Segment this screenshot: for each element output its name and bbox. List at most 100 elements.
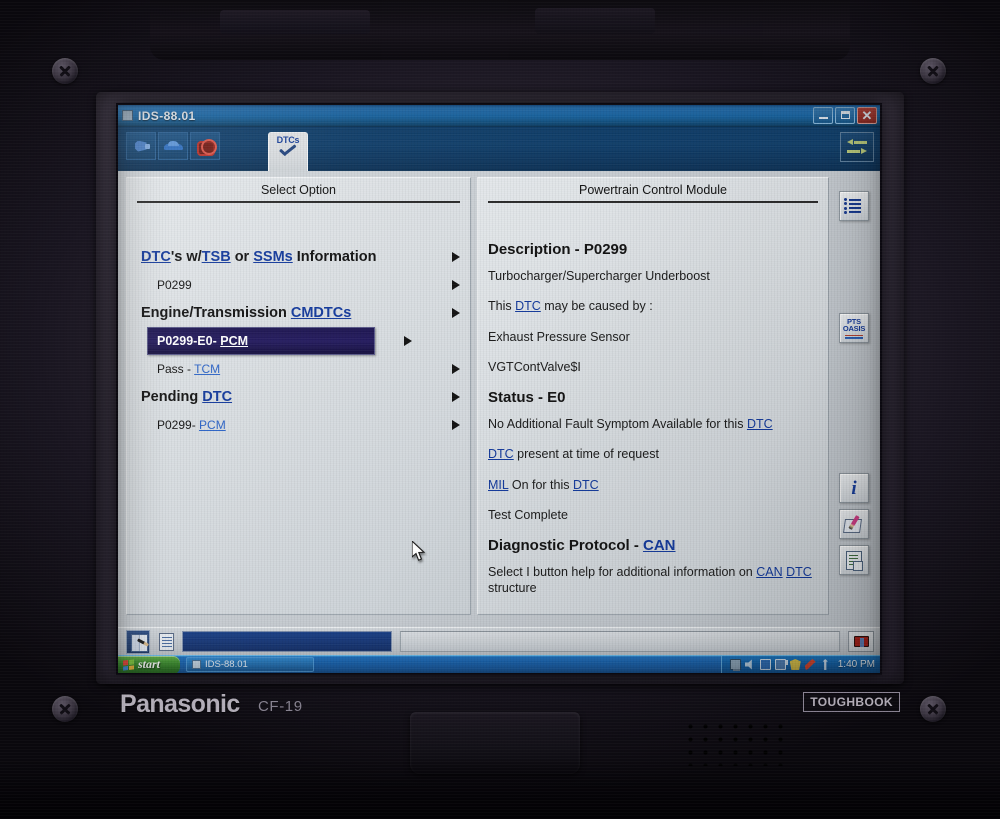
- start-button[interactable]: start: [118, 655, 180, 673]
- glossary-link[interactable]: MIL: [488, 478, 508, 492]
- list-icon: [844, 198, 864, 214]
- glossary-link[interactable]: TSB: [202, 249, 231, 265]
- glossary-link[interactable]: PCM: [199, 418, 226, 432]
- window-title: IDS-88.01: [138, 108, 196, 123]
- right-panel-title: Powertrain Control Module: [579, 183, 727, 197]
- glossary-link[interactable]: DTC: [515, 299, 541, 313]
- back-forward-button[interactable]: [840, 132, 874, 162]
- report-button[interactable]: [839, 545, 869, 575]
- left-panel-divider: [137, 201, 460, 203]
- text-fragment: 's w/: [170, 249, 202, 265]
- option-row[interactable]: P0299- PCM: [127, 411, 470, 439]
- information-button[interactable]: i: [839, 473, 869, 503]
- list-view-button[interactable]: [839, 191, 869, 221]
- bottom-shadow: [0, 759, 1000, 819]
- detail-line: MIL On for this DTC: [488, 477, 816, 493]
- car-icon: [163, 140, 183, 152]
- back-arrow-icon: [847, 139, 867, 146]
- option-row-selected[interactable]: P0299-E0- PCM: [147, 327, 412, 355]
- minimize-button[interactable]: [813, 106, 833, 124]
- glossary-link[interactable]: PCM: [220, 334, 248, 348]
- glossary-link[interactable]: DTC: [747, 417, 773, 431]
- status-progress-secondary: [400, 631, 840, 652]
- text-fragment: Status - E0: [488, 389, 566, 406]
- window-controls: ✕: [813, 106, 880, 125]
- option-row-label: P0299: [157, 278, 192, 292]
- shield-icon[interactable]: [789, 659, 801, 670]
- vehicle-alert-button[interactable]: [848, 631, 874, 652]
- brand-model: CF-19: [258, 698, 303, 715]
- document-button[interactable]: [154, 630, 178, 654]
- main-work-area: Select Option DTC's w/TSB or SSMs Inform…: [118, 171, 880, 627]
- pts-oasis-button[interactable]: PTS OASIS: [839, 313, 869, 343]
- network-icon[interactable]: [774, 659, 788, 670]
- option-row-label: P0299-E0- PCM: [157, 334, 248, 348]
- page-icon: [158, 632, 174, 651]
- glossary-link[interactable]: DTC: [786, 565, 812, 579]
- glossary-link[interactable]: CAN: [756, 565, 782, 579]
- expand-arrow-icon[interactable]: [452, 280, 460, 290]
- text-fragment: P0299-: [157, 418, 200, 432]
- red-alert-icon: [853, 636, 869, 647]
- glossary-link[interactable]: CMDTCs: [291, 305, 351, 321]
- close-button[interactable]: ✕: [857, 106, 877, 124]
- option-row[interactable]: DTC's w/TSB or SSMs Information: [127, 243, 470, 271]
- option-row[interactable]: Pending DTC: [127, 383, 470, 411]
- text-fragment: No Additional Fault Symptom Available fo…: [488, 417, 747, 431]
- text-fragment: Select I button help for additional info…: [488, 565, 757, 579]
- glossary-link[interactable]: CAN: [643, 537, 676, 554]
- right-panel-divider: [488, 201, 818, 203]
- vehicle-connection-button[interactable]: [126, 132, 156, 160]
- option-list: DTC's w/TSB or SSMs Information P0299 Engi…: [127, 205, 470, 439]
- glossary-link[interactable]: SSMs: [253, 249, 293, 265]
- option-row[interactable]: P0299: [127, 271, 470, 299]
- glossary-link[interactable]: DTC: [573, 478, 599, 492]
- expand-arrow-icon[interactable]: [452, 392, 460, 402]
- taskbar-item-ids[interactable]: IDS-88.01: [186, 657, 314, 672]
- windows-taskbar: start IDS-88.01 1:40 PM: [118, 655, 880, 673]
- powertrain-control-module-panel: Powertrain Control Module Description - …: [477, 177, 829, 615]
- speaker-icon[interactable]: [744, 659, 752, 670]
- wrench-icon[interactable]: [804, 659, 816, 670]
- expand-arrow-icon[interactable]: [404, 336, 412, 346]
- bezel-screw-bottom-right: [920, 696, 946, 722]
- restore-button[interactable]: [835, 106, 855, 124]
- select-option-panel: Select Option DTC's w/TSB or SSMs Inform…: [126, 177, 471, 615]
- battery-icon[interactable]: [759, 659, 771, 670]
- side-toolbar: PTS OASIS i: [828, 177, 880, 615]
- text-fragment: P0299-E0-: [157, 334, 221, 348]
- monitor-icon[interactable]: [729, 659, 741, 671]
- text-fragment: VGTContValve$I: [488, 359, 581, 374]
- text-fragment: Diagnostic Protocol -: [488, 537, 644, 554]
- glossary-link[interactable]: DTC: [202, 389, 232, 405]
- expand-arrow-icon[interactable]: [452, 364, 460, 374]
- pcm-detail-body: Description - P0299 Turbocharger/Supercha…: [478, 205, 828, 597]
- tab-dtcs[interactable]: DTCs: [268, 132, 308, 171]
- engine-diagnostics-button[interactable]: [190, 132, 220, 160]
- checkmark-icon: [279, 147, 297, 159]
- taskbar-clock[interactable]: 1:40 PM: [838, 659, 875, 670]
- text-fragment: Pending: [141, 389, 203, 405]
- wifi-icon[interactable]: [822, 659, 828, 670]
- glossary-link[interactable]: DTC: [141, 249, 171, 265]
- option-row-label: Pending DTC: [141, 389, 232, 405]
- vehicle-select-button[interactable]: [158, 132, 188, 160]
- laptop-top-hinge: [150, 0, 850, 60]
- glossary-link[interactable]: DTC: [488, 447, 514, 461]
- glossary-link[interactable]: TCM: [194, 362, 220, 376]
- text-fragment: may be caused by :: [540, 299, 653, 314]
- option-row[interactable]: Pass - TCM: [127, 355, 470, 383]
- detail-line: This DTC may be caused by :: [488, 298, 816, 314]
- expand-arrow-icon[interactable]: [452, 252, 460, 262]
- detail-line: Turbocharger/Supercharger Underboost: [488, 268, 816, 284]
- detail-line: Select I button help for additional info…: [488, 564, 816, 597]
- expand-arrow-icon[interactable]: [452, 420, 460, 430]
- tab-dtcs-label: DTCs: [276, 135, 300, 145]
- notes-button[interactable]: [839, 509, 869, 539]
- option-row[interactable]: Engine/Transmission CMDTCs: [127, 299, 470, 327]
- option-row-label: DTC's w/TSB or SSMs Information: [141, 249, 377, 265]
- expand-arrow-icon[interactable]: [452, 308, 460, 318]
- detail-line: DTC present at time of request: [488, 446, 816, 462]
- manual-button[interactable]: [126, 629, 150, 654]
- bezel-screw-bottom-left: [52, 696, 78, 722]
